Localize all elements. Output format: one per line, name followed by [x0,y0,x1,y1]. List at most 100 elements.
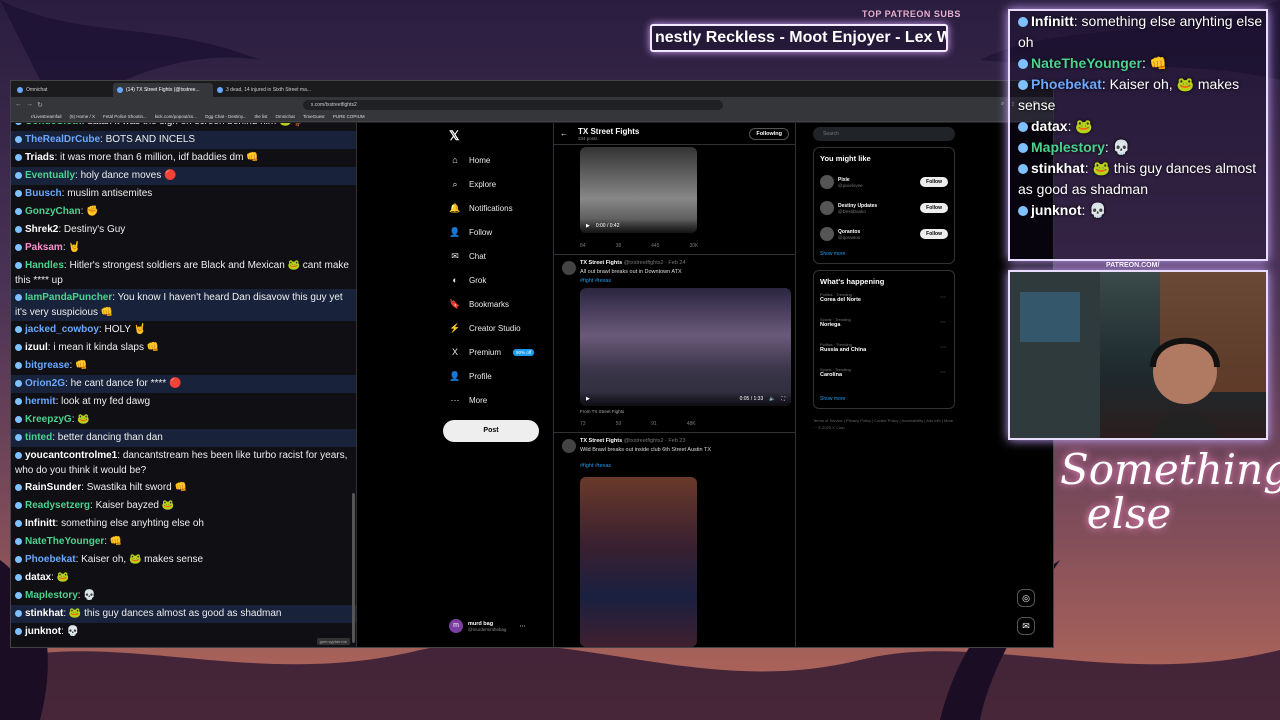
chat-username[interactable]: hermit [25,396,56,407]
post-button[interactable]: Post [443,420,539,442]
messages-icon[interactable]: ✉ [1017,617,1035,635]
chat-username[interactable]: izuul [25,342,48,353]
more-dots-icon[interactable]: ⋯ [940,369,946,376]
tweet[interactable]: ▶ 0:00 / 0:42 84 38 445 30K [554,145,795,255]
tweet-author[interactable]: TX Street Fights [580,438,622,444]
nav-profile[interactable]: 👤 Profile [449,369,491,383]
chat-username[interactable]: bitgrease [25,360,69,371]
back-icon[interactable]: ← [15,101,22,108]
nav-notifications[interactable]: 🔔 Notifications [449,201,512,215]
nav-grok[interactable]: ◐ Grok [449,273,486,287]
chat-username[interactable]: Eventually [25,170,75,181]
trend-item[interactable]: Sports · Trending Noriega ⋯ [820,317,948,342]
tweet-video[interactable]: ▶ 0:00 / 0:42 [580,147,697,233]
grok-icon[interactable]: ◎ [1017,589,1035,607]
browser-tab[interactable]: 3 dead, 14 injured in Sixth Street ma... [213,83,313,97]
bookmark-item[interactable]: TimeGuesr [303,114,325,119]
nav-explore[interactable]: ⌕ Explore [449,177,496,191]
suggested-account[interactable]: Destiny Updates @DestiDanko Follow [820,195,948,221]
nav-follow[interactable]: 👤 Follow [449,225,492,239]
chat-username[interactable]: Readysetzerg [25,500,90,511]
suggested-account[interactable]: Qorantos @qorantos Follow [820,221,948,247]
back-arrow-icon[interactable]: ← [560,129,568,138]
reload-icon[interactable]: ↻ [37,101,43,109]
chat-username[interactable]: datax [25,572,51,583]
bookmark-item[interactable]: kick.com/popout/xs... [155,114,197,119]
bookmark-item[interactable]: Ogg Chat - Destiny... [205,114,247,119]
tweet-author[interactable]: TX Street Fights [580,260,622,266]
chat-username[interactable]: GonzyChan [25,206,81,217]
avatar[interactable] [820,201,834,215]
chat-username[interactable]: Infinitt [25,518,56,529]
bookmark-item[interactable]: r/Livestreamfail [31,114,62,119]
like-count[interactable]: 445 [651,243,659,249]
views-count[interactable]: 48K [687,421,696,427]
chat-username[interactable]: Buusch [25,188,62,199]
more-dots-icon[interactable]: ⋯ [940,319,946,326]
x-logo-icon[interactable]: 𝕏 [449,128,459,144]
chat-username[interactable]: youcantcontrolme1 [25,450,117,461]
follow-button[interactable]: Follow [920,203,948,213]
follow-button[interactable]: Follow [920,229,948,239]
chat-username[interactable]: Handles [25,260,64,271]
chat-username[interactable]: KreepzyG [25,414,72,425]
chat-username[interactable]: Maplestory [25,590,78,601]
chat-username[interactable]: tinted [25,432,52,443]
url-input[interactable]: x.com/txstreetfights2 [302,99,723,110]
show-more-link[interactable]: Show more [820,251,948,257]
chat-username[interactable]: IamPandaPuncher [25,292,112,303]
play-icon[interactable]: ▶ [586,396,590,402]
search-input[interactable]: Search [813,127,955,141]
like-count[interactable]: 91 [651,421,657,427]
follow-button[interactable]: Follow [920,177,948,187]
fullscreen-icon[interactable]: ⛶ [781,396,785,402]
browser-tab[interactable]: (14) TX Street Fights (@txstree... [113,83,213,97]
nav-more[interactable]: ⋯ More [449,393,488,407]
following-button[interactable]: Following [749,127,789,140]
reply-count[interactable]: 84 [580,243,586,249]
bookmark-item[interactable]: Fetal Police Shootin... [103,114,147,119]
more-dots-icon[interactable]: ⋯ [940,344,946,351]
chat-scrollbar[interactable] [352,493,355,643]
browser-tab[interactable]: Omnichat [13,83,113,97]
avatar[interactable] [562,261,576,275]
nav-chat[interactable]: ✉ Chat [449,249,486,263]
views-count[interactable]: 30K [689,243,698,249]
bookmark-item[interactable]: (5) Home / X [70,114,96,119]
chat-username[interactable]: Paksam [25,242,63,253]
trend-item[interactable]: Sports · Trending Carolina ⋯ [820,367,948,392]
tweet-hashtags[interactable]: #fight #texas [580,463,611,469]
repost-count[interactable]: 59 [616,421,622,427]
trend-item[interactable]: Politics · Trending Russia and China ⋯ [820,342,948,367]
forward-icon[interactable]: → [26,101,33,108]
tweet[interactable]: TX Street Fights @txstreetfights2 · Feb … [554,433,795,647]
more-dots-icon[interactable]: ⋯ [519,623,525,630]
avatar[interactable] [562,439,576,453]
avatar[interactable] [820,175,834,189]
chat-username[interactable]: NateTheYounger [25,536,104,547]
chat-username[interactable]: TheRealDrCube [25,134,100,145]
zoom-icon[interactable]: ⌕ [1001,101,1004,108]
tweet-video[interactable] [580,477,697,647]
play-icon[interactable]: ▶ [586,223,590,229]
chat-username[interactable]: CondoSloth [25,123,82,127]
avatar[interactable] [820,227,834,241]
chat-username[interactable]: Shrek2 [25,224,58,235]
nav-bookmarks[interactable]: 🔖 Bookmarks [449,297,509,311]
chat-username[interactable]: jacked_cowboy [25,324,99,335]
tweet[interactable]: TX Street Fights @txstreetfights2 · Feb … [554,255,795,433]
account-switcher[interactable]: m murd bag @murdersinthebag ⋯ [449,619,525,633]
chat-username[interactable]: RainSunder [25,482,81,493]
tweet-video[interactable]: ▶ 0:05 / 1:33 🔈 ⛶ [580,288,791,406]
chat-username[interactable]: stinkhat [25,608,63,619]
nav-creator-studio[interactable]: ⚡ Creator Studio [449,321,520,335]
trend-item[interactable]: Politics · Trending Corea del Norte ⋯ [820,292,948,317]
suggested-account[interactable]: Pixie @pixielovee Follow [820,169,948,195]
show-more-link[interactable]: Show more [820,396,948,402]
nav-premium[interactable]: X Premium 50% off [449,345,535,359]
bookmark-item[interactable]: Omnichat [276,114,295,119]
chat-username[interactable]: Orion2G [25,378,65,389]
bookmark-item[interactable]: PURE COPIUM [333,114,365,119]
chat-username[interactable]: Triads [25,152,54,163]
chat-username[interactable]: junknot [25,626,61,637]
